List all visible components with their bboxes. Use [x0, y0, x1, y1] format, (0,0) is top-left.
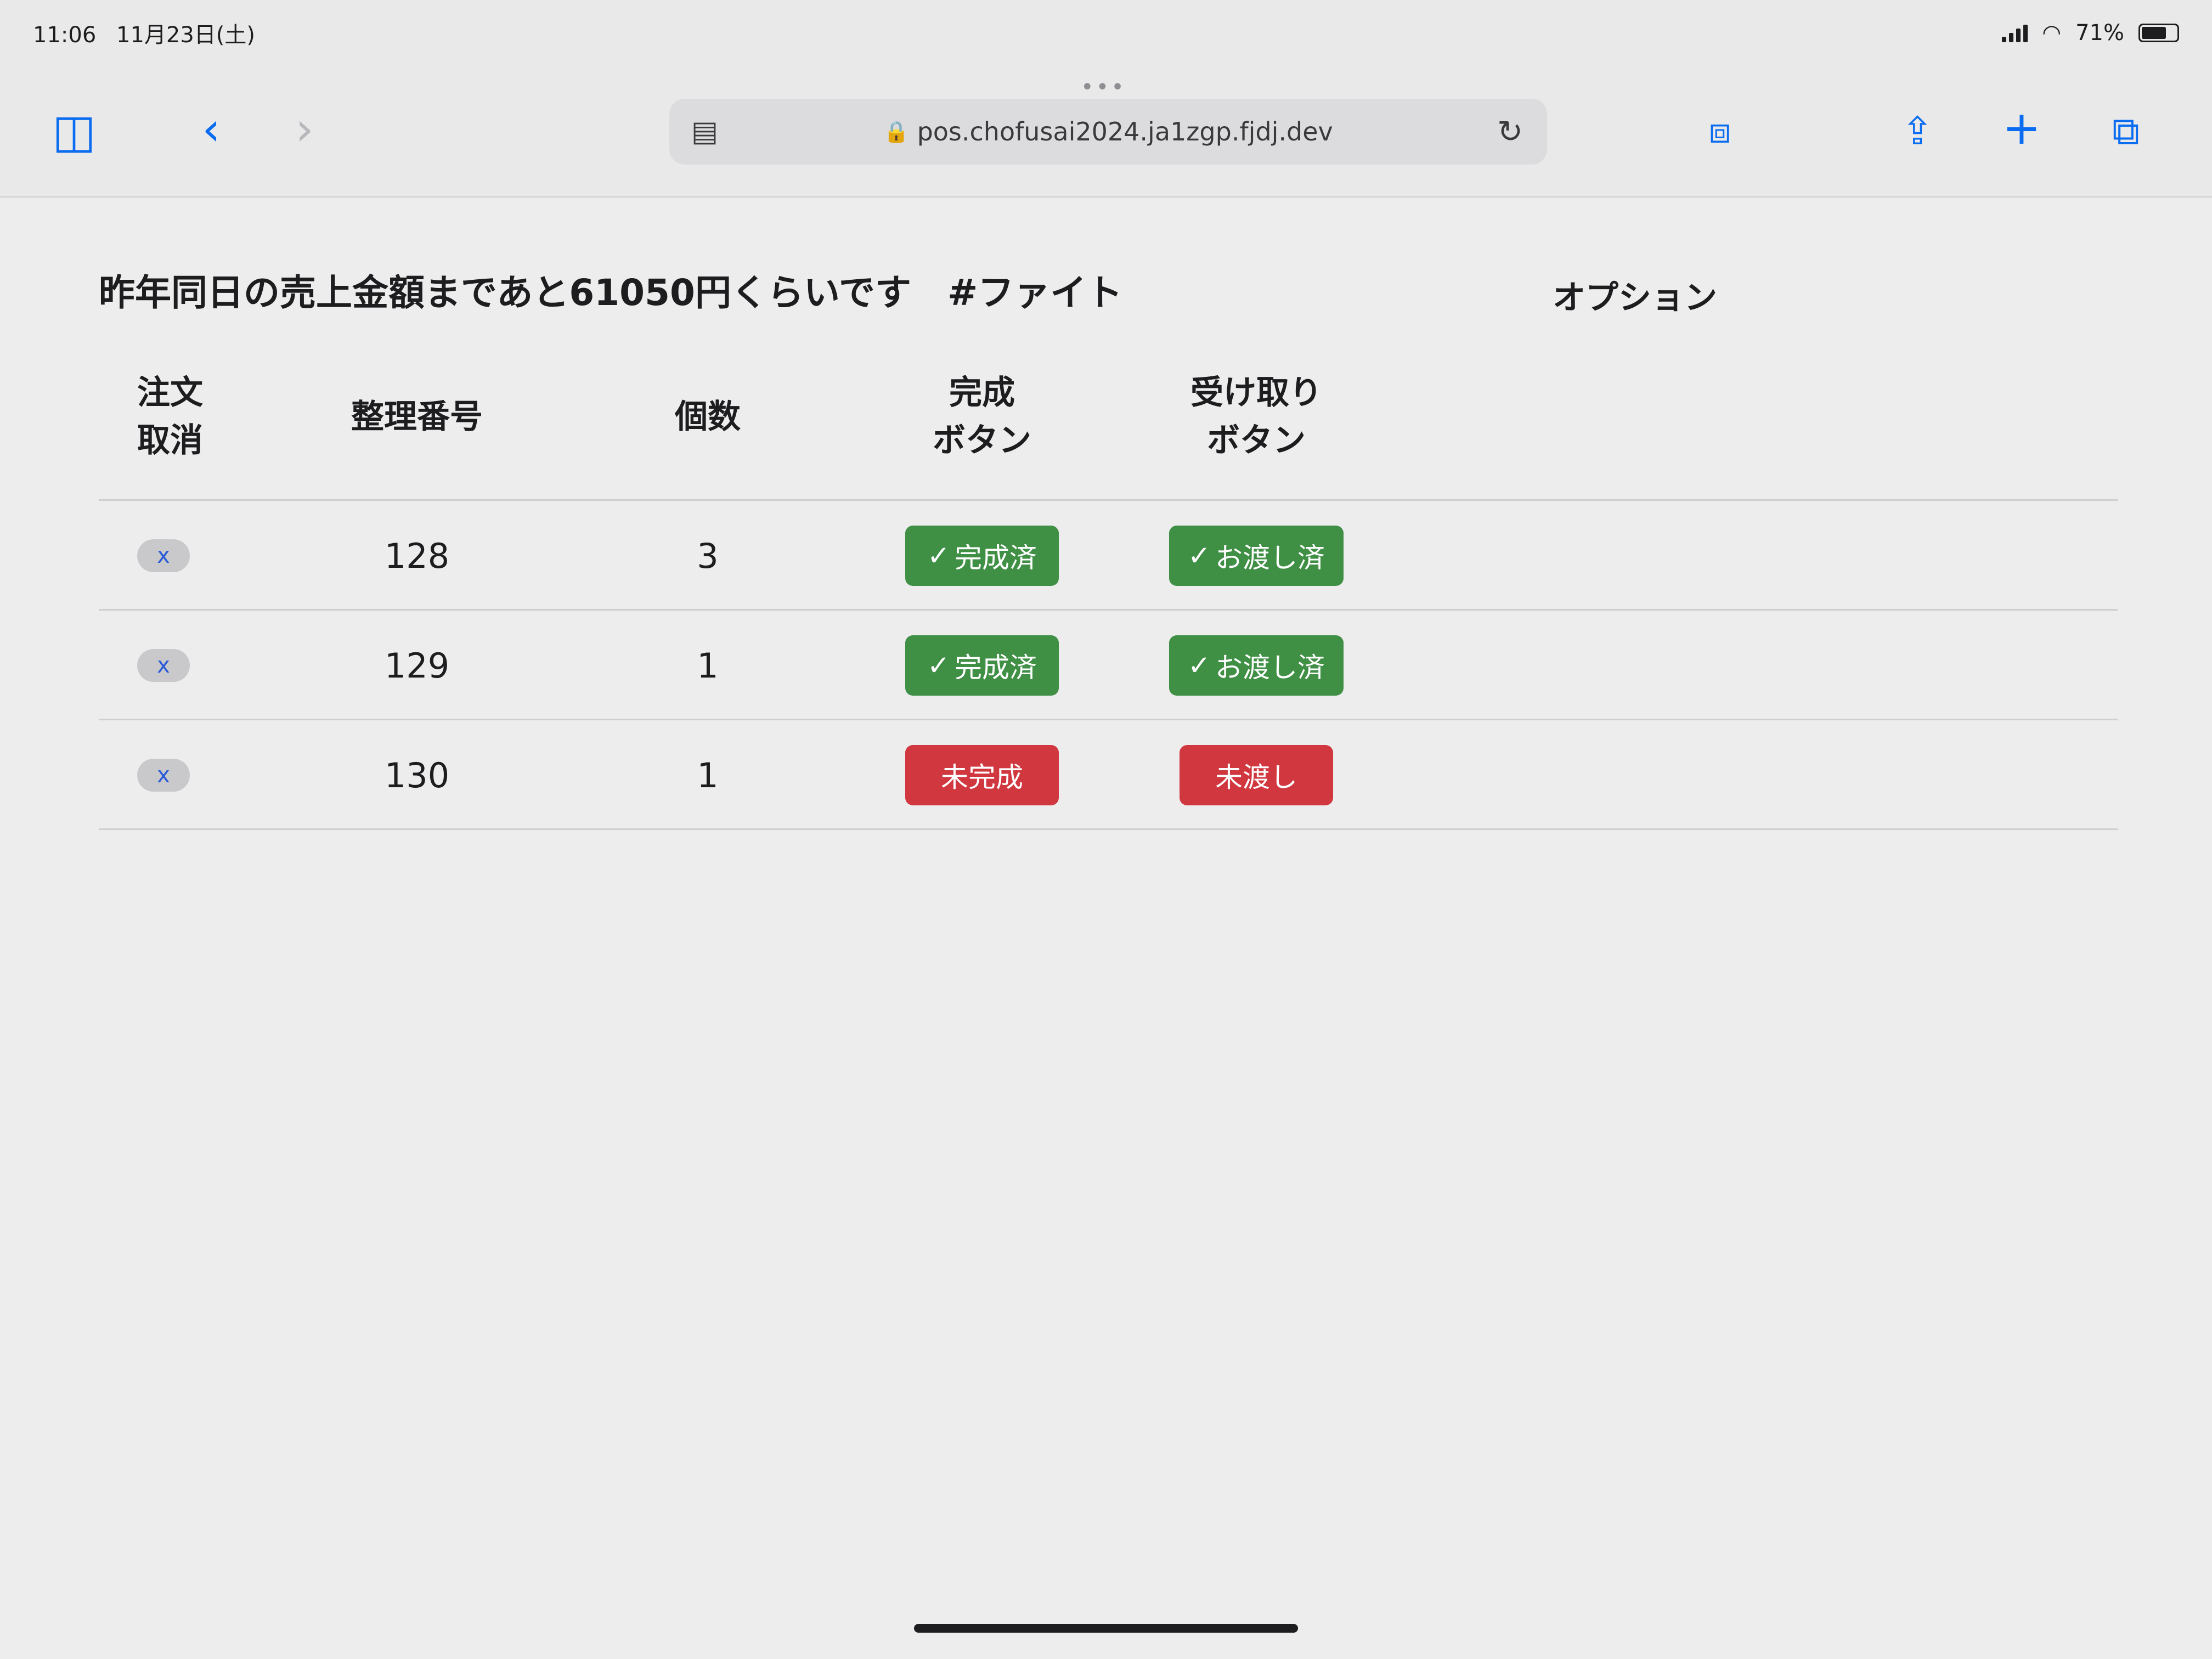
status-time: 11:06 [33, 22, 97, 48]
browser-toolbar: ••• ◫ ‹ › ▤ 🔒 pos.chofusai2024.ja1zgp.fj… [0, 66, 2212, 198]
cancel-order-button[interactable]: x [137, 649, 190, 682]
header-option: オプション [1553, 279, 1717, 317]
done-button[interactable]: 未完成 [905, 745, 1059, 805]
battery-percent: 71% [2075, 20, 2124, 46]
header-quantity: 個数 [675, 397, 741, 436]
header-number: 整理番号 [351, 397, 483, 436]
share-icon[interactable]: ⇪ [1887, 101, 1948, 161]
extension-icon[interactable]: ⧈ [1690, 101, 1750, 161]
lock-icon: 🔒 [883, 119, 910, 144]
order-quantity: 1 [697, 755, 719, 795]
header-received: 受け取り ボタン [1190, 374, 1322, 460]
back-button[interactable]: ‹ [181, 99, 241, 159]
status-bar: 11:06 11月23日(土) ◠ 71% [0, 0, 2212, 66]
order-number: 128 [384, 535, 450, 576]
cancel-order-button[interactable]: x [137, 539, 190, 572]
address-bar[interactable]: ▤ 🔒 pos.chofusai2024.ja1zgp.fjdj.dev ↻ [669, 99, 1547, 165]
status-date: 11月23日(土) [116, 22, 256, 48]
home-indicator [914, 1624, 1298, 1633]
tabs-overview-icon[interactable]: ⧉ [2096, 101, 2156, 161]
received-button[interactable]: ✓ お渡し済 [1169, 635, 1344, 696]
reader-icon[interactable]: ▤ [691, 115, 718, 148]
check-icon: ✓ [1188, 540, 1211, 572]
order-number: 129 [384, 645, 450, 686]
signal-icon [2002, 24, 2028, 42]
table-row: x 129 1 ✓ 完成済 ✓ お渡し済 [99, 609, 2118, 720]
order-quantity: 3 [697, 535, 719, 576]
table-bottom-divider [99, 828, 2118, 830]
battery-icon [2138, 24, 2179, 42]
check-icon: ✓ [1188, 650, 1211, 681]
sidebar-icon[interactable]: ◫ [44, 101, 104, 161]
more-dots-icon[interactable]: ••• [1081, 75, 1126, 100]
table-row: x 130 1 未完成 未渡し [99, 719, 2118, 830]
table-header: 注文 取消 整理番号 個数 完成 ボタン 受け取り ボタン オプション [99, 279, 2118, 499]
order-number: 130 [384, 755, 450, 795]
check-icon: ✓ [927, 540, 950, 572]
check-icon: ✓ [927, 650, 950, 681]
order-quantity: 1 [697, 645, 719, 686]
forward-button[interactable]: › [274, 99, 335, 159]
cancel-order-button[interactable]: x [137, 759, 190, 792]
header-cancel: 注文 取消 [137, 374, 203, 460]
done-button[interactable]: ✓ 完成済 [905, 635, 1059, 696]
page-heading: 昨年同日の売上金額まであと61050円くらいです #ファイト [99, 272, 1123, 314]
status-right: ◠ 71% [2002, 20, 2179, 46]
header-done: 完成 ボタン [933, 374, 1031, 460]
wifi-icon: ◠ [2042, 20, 2062, 46]
new-tab-icon[interactable]: + [1991, 98, 2052, 158]
table-row: x 128 3 ✓ 完成済 ✓ お渡し済 [99, 499, 2118, 611]
received-button[interactable]: ✓ お渡し済 [1169, 526, 1344, 586]
reload-icon[interactable]: ↻ [1497, 114, 1523, 150]
done-button[interactable]: ✓ 完成済 [905, 526, 1059, 586]
url-text: pos.chofusai2024.ja1zgp.fjdj.dev [917, 117, 1333, 146]
status-left: 11:06 11月23日(土) [33, 17, 255, 49]
page-content: 昨年同日の売上金額まであと61050円くらいです #ファイト 注文 取消 整理番号… [0, 198, 2212, 1659]
received-button[interactable]: 未渡し [1180, 745, 1333, 805]
